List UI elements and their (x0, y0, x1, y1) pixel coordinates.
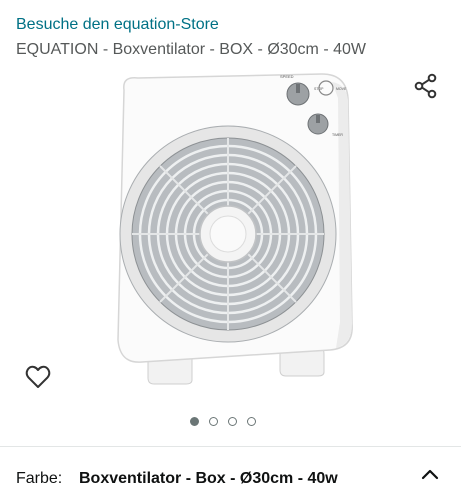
fan-label-move: MOVE (336, 87, 347, 91)
share-icon (414, 73, 437, 99)
variant-value: Boxventilator - Box - Ø30cm - 40w (79, 470, 338, 487)
fan-label-stop: STOP (314, 87, 324, 91)
heart-outline-icon (25, 365, 51, 388)
fan-label-speed: SPEED (280, 74, 294, 79)
variant-selector[interactable]: Farbe: Boxventilator - Box - Ø30cm - 40w (0, 447, 461, 500)
carousel-dot-4[interactable] (247, 416, 256, 426)
product-title: EQUATION - Boxventilator - BOX - Ø30cm -… (16, 41, 366, 58)
fan-label-timer: TIMER (332, 133, 343, 137)
wishlist-button[interactable] (22, 362, 54, 392)
carousel-dot-3[interactable] (228, 416, 237, 426)
carousel-dot-2[interactable] (209, 416, 218, 426)
carousel-dot-1[interactable] (190, 416, 199, 426)
share-button[interactable] (410, 70, 442, 102)
product-image[interactable]: SPEED STOP MOVE TIMER (100, 72, 362, 390)
carousel-indicator (190, 414, 256, 428)
variant-label: Farbe: (16, 470, 63, 487)
chevron-up-icon[interactable] (420, 465, 440, 485)
store-link[interactable]: Besuche den equation-Store (16, 16, 219, 34)
